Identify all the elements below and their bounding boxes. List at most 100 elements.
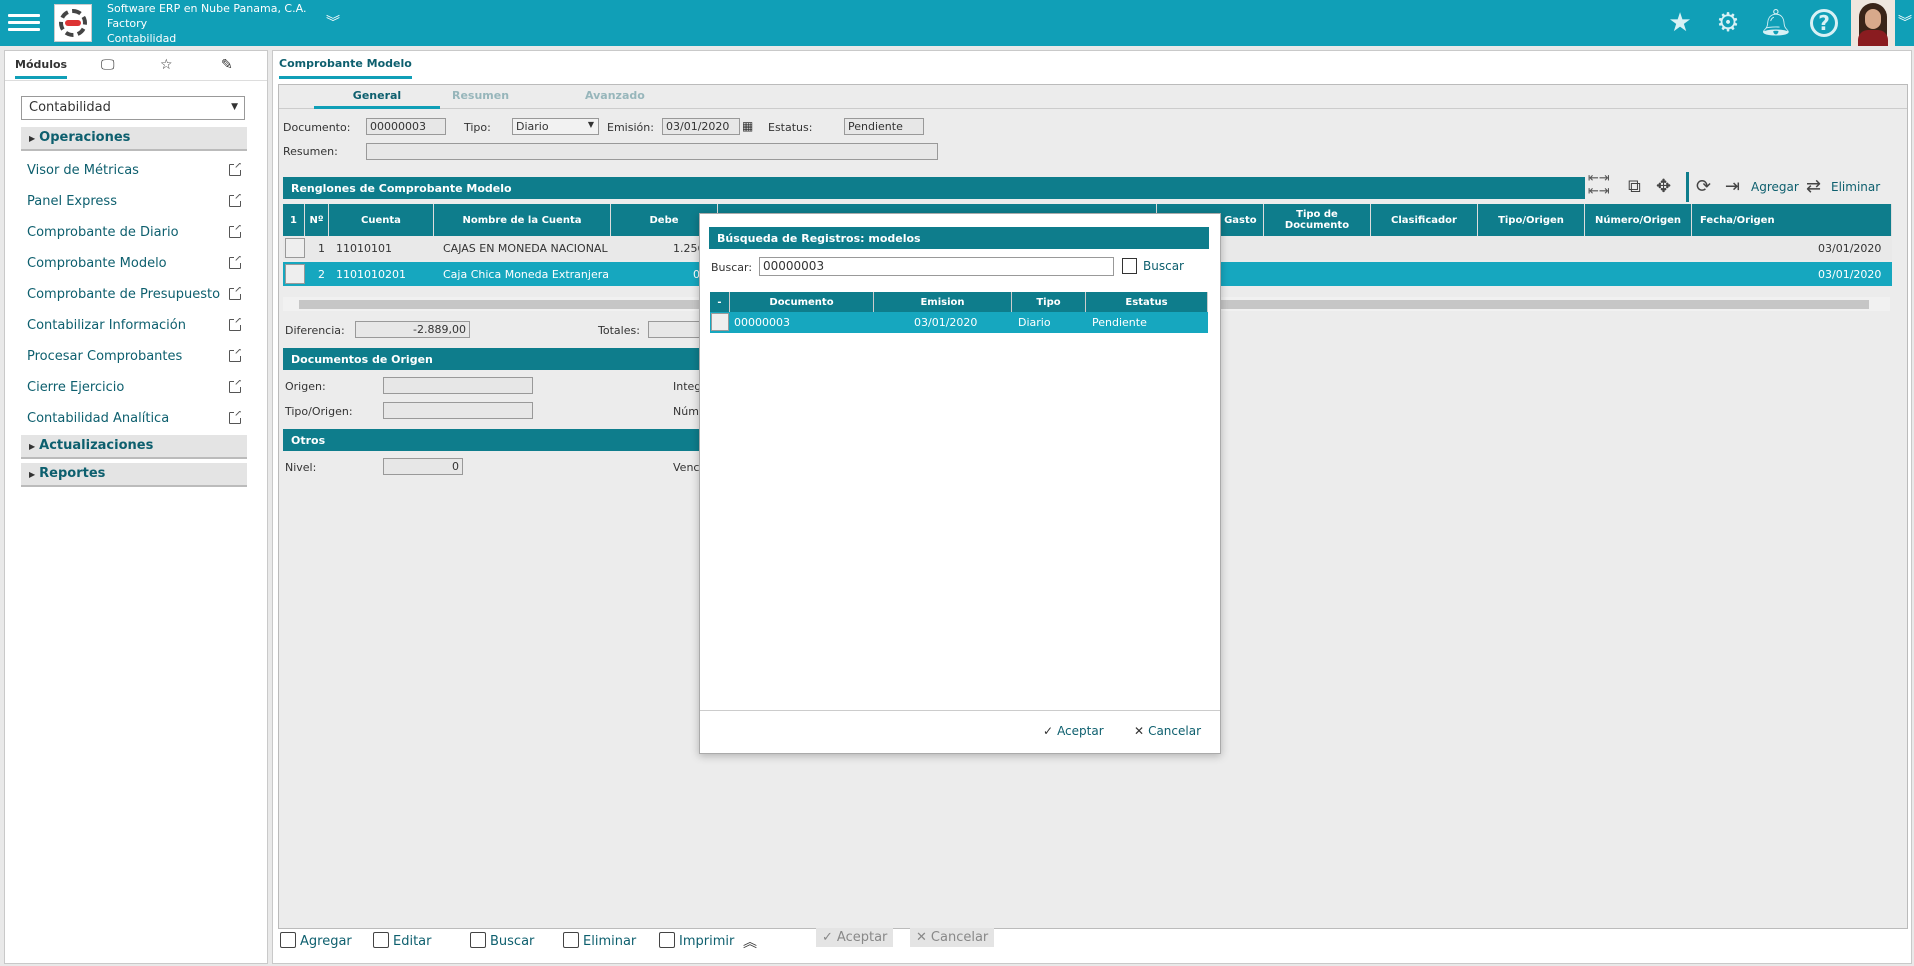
result-estatus: Pendiente [1092, 316, 1147, 329]
cancelar-button[interactable]: ✕ Cancelar [910, 928, 995, 947]
section-otros: Otros [283, 429, 699, 451]
sidebar-item-procesar[interactable]: Procesar Comprobantes [27, 349, 241, 369]
grid-header-select[interactable]: 1 [283, 204, 305, 236]
section-actualizaciones[interactable]: ▶ Actualizaciones [21, 435, 247, 459]
agregar-row-button[interactable]: Agregar [1751, 180, 1799, 194]
monitor-icon[interactable]: 🖵 [101, 57, 115, 73]
dialog-cancelar-button[interactable]: ✕ Cancelar [1134, 724, 1201, 738]
grid-header-tipo-documento[interactable]: Tipo de Documento [1264, 204, 1371, 236]
sidebar-item-cierre[interactable]: Cierre Ejercicio [27, 380, 241, 400]
tab-comprobante-modelo[interactable]: Comprobante Modelo [279, 57, 412, 79]
dialog-title: Búsqueda de Registros: modelos [709, 227, 1209, 249]
resumen-field[interactable] [366, 143, 938, 160]
tab-resumen[interactable]: Resumen [452, 89, 509, 102]
imprimir-button[interactable]: Imprimir [659, 932, 734, 949]
gear-icon[interactable]: ⚙ [1712, 7, 1744, 39]
row-checkbox[interactable] [285, 238, 305, 258]
add-icon [280, 932, 296, 948]
dialog-aceptar-button[interactable]: ✓ Aceptar [1043, 724, 1104, 738]
dropdown-arrow-icon: ▼ [231, 102, 238, 112]
row-checkbox[interactable] [711, 313, 729, 331]
external-link-icon [229, 287, 241, 300]
check-icon: ✓ [1043, 724, 1054, 738]
edit-icon[interactable]: ✎ [221, 57, 233, 73]
search-input[interactable]: 00000003 [759, 257, 1114, 276]
sidebar-item-visor-metricas[interactable]: Visor de Métricas [27, 163, 241, 183]
external-link-icon [229, 318, 241, 331]
edit-icon [373, 932, 389, 948]
editar-button[interactable]: Editar [373, 932, 432, 949]
export-icon[interactable]: ⧉ [1628, 176, 1641, 197]
row-number: 1 [318, 242, 325, 255]
star-outline-icon[interactable]: ☆ [160, 57, 173, 73]
buscar-button[interactable]: Buscar [470, 932, 534, 949]
calendar-icon[interactable]: ▦ [742, 119, 753, 133]
section-documentos-origen: Documentos de Origen [283, 348, 699, 370]
tipo-select[interactable]: Diario ▼ [512, 118, 599, 135]
tipo-origen-label: Tipo/Origen: [285, 405, 353, 418]
sidebar-item-analitica[interactable]: Contabilidad Analítica [27, 411, 241, 431]
grid-header-nombre[interactable]: Nombre de la Cuenta [434, 204, 611, 236]
results-row[interactable]: 00000003 03/01/2020 Diario Pendiente [710, 312, 1208, 333]
delete-row-icon[interactable]: ⇄ [1806, 176, 1821, 197]
result-documento: 00000003 [734, 316, 790, 329]
results-header-select[interactable]: - [710, 292, 730, 312]
section-reportes[interactable]: ▶ Reportes [21, 463, 247, 487]
tab-modulos[interactable]: Módulos [15, 58, 68, 79]
grid-header-numero-origen[interactable]: Número/Origen [1585, 204, 1692, 236]
eliminar-button[interactable]: Eliminar [563, 932, 636, 949]
add-row-icon[interactable]: ⇥ [1725, 176, 1740, 197]
nivel-label: Nivel: [285, 461, 317, 474]
puzzle-icon[interactable]: ✥ [1656, 176, 1671, 197]
section-operaciones[interactable]: ▶ Operaciones [21, 127, 247, 151]
chevron-down-icon[interactable]: ︾ [1898, 12, 1912, 32]
subtabs: General Resumen Avanzado [279, 85, 1907, 109]
avatar[interactable] [1851, 0, 1895, 46]
external-link-icon [229, 256, 241, 269]
star-icon[interactable]: ★ [1664, 7, 1696, 39]
grid-header-cuenta[interactable]: Cuenta [329, 204, 434, 236]
tab-avanzado[interactable]: Avanzado [585, 89, 645, 102]
grid-header-tipo-origen[interactable]: Tipo/Origen [1478, 204, 1585, 236]
nivel-field[interactable]: 0 [383, 458, 463, 475]
help-icon[interactable]: ? [1808, 7, 1840, 39]
tab-general[interactable]: General [314, 89, 440, 109]
results-header-estatus[interactable]: Estatus [1086, 292, 1208, 312]
sidebar-item-contabilizar[interactable]: Contabilizar Información [27, 318, 241, 338]
row-nombre: CAJAS EN MONEDA NACIONAL [443, 242, 608, 255]
bell-icon[interactable]: 🔔︎ [1760, 7, 1793, 39]
expand-collapse-icon[interactable]: ⇤⇥ ⇤⇥ [1588, 172, 1610, 198]
vencimiento-label: Venc [673, 461, 700, 474]
eliminar-row-button[interactable]: Eliminar [1831, 180, 1880, 194]
results-header-tipo[interactable]: Tipo [1012, 292, 1086, 312]
results-header-documento[interactable]: Documento [730, 292, 874, 312]
documento-field[interactable]: 00000003 [366, 118, 446, 135]
buscar-label: Buscar: [711, 261, 753, 274]
integ-label: Integ [673, 380, 702, 393]
menu-icon[interactable] [8, 10, 40, 36]
dialog-search-button[interactable]: Buscar [1122, 258, 1184, 274]
grid-header-clasificador[interactable]: Clasificador [1371, 204, 1478, 236]
sidebar-item-comprobante-modelo[interactable]: Comprobante Modelo [27, 256, 241, 276]
external-link-icon [229, 349, 241, 362]
aceptar-button[interactable]: ✓ Aceptar [816, 928, 894, 947]
company-module: Contabilidad [107, 32, 177, 45]
documento-label: Documento: [283, 121, 351, 134]
sidebar-item-panel-express[interactable]: Panel Express [27, 194, 241, 214]
totales-label: Totales: [598, 324, 640, 337]
emision-label: Emisión: [607, 121, 654, 134]
chevron-double-down-icon[interactable]: ︾ [326, 12, 340, 32]
emision-field[interactable]: 03/01/2020 [662, 118, 740, 135]
results-header-emision[interactable]: Emision [874, 292, 1012, 312]
module-select[interactable]: Contabilidad ▼ [21, 96, 245, 120]
sidebar-item-comprobante-presupuesto[interactable]: Comprobante de Presupuesto [27, 287, 241, 307]
grid-header-fecha-origen[interactable]: Fecha/Origen [1692, 204, 1892, 236]
row-checkbox[interactable] [285, 264, 305, 284]
dropdown-arrow-icon: ▼ [587, 120, 594, 129]
agregar-button[interactable]: Agregar [280, 932, 352, 949]
external-link-icon [229, 380, 241, 393]
chevron-up-icon[interactable]: ︽ [743, 932, 757, 952]
refresh-icon[interactable]: ⟳ [1696, 176, 1711, 197]
grid-header-n[interactable]: Nº [305, 204, 329, 236]
sidebar-item-comprobante-diario[interactable]: Comprobante de Diario [27, 225, 241, 245]
